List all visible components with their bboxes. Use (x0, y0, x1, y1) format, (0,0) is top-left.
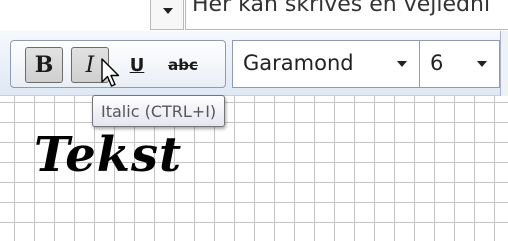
italic-tooltip: Italic (CTRL+I) (92, 95, 226, 127)
instruction-hint-text: Her kan skrives en vejledni (192, 0, 491, 17)
chevron-down-icon (477, 61, 487, 67)
canvas-text-element[interactable]: Tekst (34, 131, 182, 179)
instruction-field-strip: Her kan skrives en vejledni (0, 0, 508, 32)
bold-button[interactable]: B (25, 47, 63, 83)
font-size-value: 6 (430, 51, 444, 75)
format-toolbar: B I U abc Garamond 6 (0, 31, 508, 96)
toolbar-overflow-edge (500, 31, 508, 96)
mouse-pointer-icon (101, 58, 120, 87)
font-family-select[interactable]: Garamond (232, 40, 420, 88)
font-size-select[interactable]: 6 (420, 40, 500, 88)
font-family-value: Garamond (243, 51, 354, 75)
strikethrough-button[interactable]: abc (164, 47, 202, 83)
instruction-dropdown-button[interactable] (150, 0, 184, 30)
editor-window: Her kan skrives en vejledni B I U abc Ga… (0, 0, 508, 241)
underline-button[interactable]: U (118, 47, 156, 83)
chevron-down-icon (397, 61, 407, 67)
